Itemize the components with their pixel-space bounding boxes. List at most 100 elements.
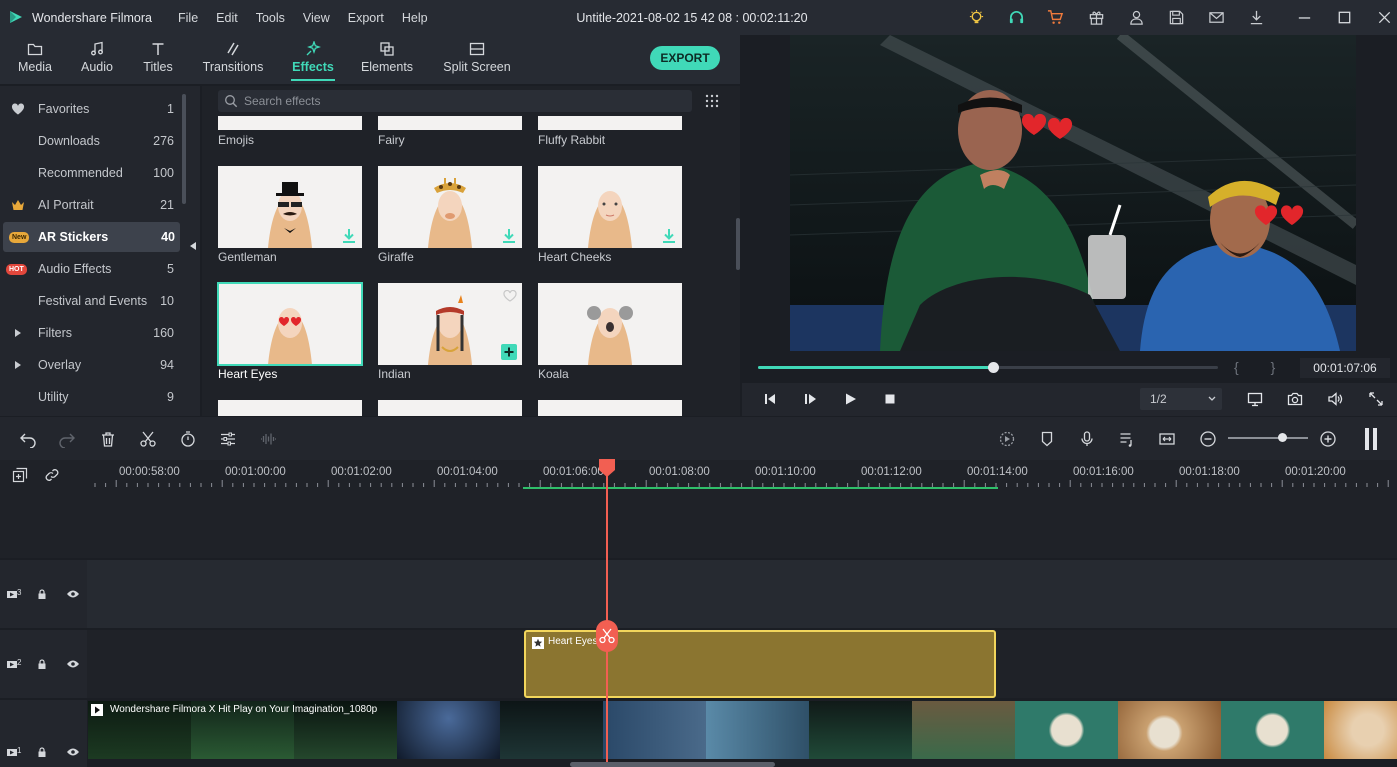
effect-thumb[interactable]: [538, 400, 682, 416]
timeline-ruler[interactable]: 00:00:58:0000:01:00:0000:01:02:0000:01:0…: [0, 460, 1397, 490]
effect-thumb-giraffe[interactable]: [378, 166, 522, 248]
expand-arrow-icon[interactable]: [14, 361, 22, 369]
export-button[interactable]: EXPORT: [650, 46, 720, 70]
headset-icon[interactable]: [1008, 9, 1025, 26]
microphone-icon[interactable]: [1078, 430, 1096, 448]
tab-titles[interactable]: Titles: [133, 35, 183, 85]
preview-quality-select[interactable]: 1/2: [1140, 388, 1222, 410]
playhead-line[interactable]: [606, 468, 608, 767]
volume-icon[interactable]: [1327, 391, 1343, 407]
split-scissor-button[interactable]: [596, 620, 618, 652]
snapshot-camera-icon[interactable]: [1287, 391, 1303, 407]
effect-thumb-indian[interactable]: [378, 283, 522, 365]
eye-icon[interactable]: [66, 588, 80, 600]
effect-thumb-fairy[interactable]: [378, 116, 522, 130]
sidebar-item-ai-portrait[interactable]: AI Portrait 21: [0, 190, 182, 220]
audio-waveform-icon[interactable]: [259, 430, 277, 448]
sidebar-item-overlay[interactable]: Overlay 94: [0, 350, 182, 380]
zoom-slider-track[interactable]: [1228, 437, 1308, 439]
menu-edit[interactable]: Edit: [216, 11, 238, 25]
download-effect-icon[interactable]: [502, 228, 516, 244]
stop-icon[interactable]: [882, 391, 898, 407]
save-icon[interactable]: [1168, 9, 1185, 26]
collapse-sidebar-icon[interactable]: [188, 241, 198, 251]
menu-help[interactable]: Help: [402, 11, 428, 25]
effect-thumb[interactable]: [378, 400, 522, 416]
sidebar-item-festival-and-events[interactable]: Festival and Events 10: [0, 286, 182, 316]
menu-file[interactable]: File: [178, 11, 198, 25]
pause-panel-icon[interactable]: [1363, 427, 1379, 451]
gift-icon[interactable]: [1088, 9, 1105, 26]
cut-icon[interactable]: [139, 430, 157, 448]
download-effect-icon[interactable]: [342, 228, 356, 244]
menu-tools[interactable]: Tools: [256, 11, 285, 25]
delete-icon[interactable]: [99, 430, 117, 448]
preview-seek-handle[interactable]: [988, 362, 999, 373]
lock-icon[interactable]: [36, 588, 48, 600]
display-settings-icon[interactable]: [1247, 391, 1263, 407]
lock-icon[interactable]: [36, 746, 48, 758]
effect-thumb-gentleman[interactable]: [218, 166, 362, 248]
tab-audio[interactable]: Audio: [72, 35, 122, 85]
effect-thumb[interactable]: [218, 400, 362, 416]
sidebar-scrollbar[interactable]: [182, 94, 186, 204]
previous-frame-icon[interactable]: [762, 391, 778, 407]
add-effect-icon[interactable]: [501, 344, 517, 360]
mail-icon[interactable]: [1208, 9, 1225, 26]
video-preview[interactable]: [790, 35, 1356, 351]
zoom-out-icon[interactable]: [1199, 430, 1217, 448]
download-effect-icon[interactable]: [662, 228, 676, 244]
playhead-handle-icon[interactable]: [598, 459, 616, 477]
sidebar-item-recommended[interactable]: Recommended 100: [0, 158, 182, 188]
zoom-slider-handle[interactable]: [1278, 433, 1287, 442]
undo-icon[interactable]: [19, 430, 37, 448]
menu-view[interactable]: View: [303, 11, 330, 25]
maximize-icon[interactable]: [1336, 9, 1353, 26]
preview-seek-bar[interactable]: [758, 366, 1218, 369]
fit-timeline-icon[interactable]: [1158, 430, 1176, 448]
eye-icon[interactable]: [66, 658, 80, 670]
effect-thumb-fluffy-rabbit[interactable]: [538, 116, 682, 130]
account-icon[interactable]: [1128, 9, 1145, 26]
eye-icon[interactable]: [66, 746, 80, 758]
speed-timer-icon[interactable]: [179, 430, 197, 448]
sidebar-item-ar-stickers[interactable]: New AR Stickers 40: [3, 222, 180, 252]
search-box[interactable]: [218, 90, 692, 112]
marker-icon[interactable]: [1038, 430, 1056, 448]
favorite-heart-icon[interactable]: [503, 290, 517, 302]
expand-arrow-icon[interactable]: [14, 329, 22, 337]
effects-grid-scrollbar[interactable]: [736, 218, 740, 270]
minimize-icon[interactable]: [1296, 9, 1313, 26]
sidebar-item-favorites[interactable]: Favorites 1: [0, 94, 182, 124]
tab-elements[interactable]: Elements: [356, 35, 418, 85]
redo-icon[interactable]: [58, 430, 76, 448]
voiceover-list-icon[interactable]: [1118, 430, 1136, 448]
cart-icon[interactable]: [1047, 9, 1064, 26]
tab-split-screen[interactable]: Split Screen: [440, 35, 514, 85]
effect-thumb-emojis[interactable]: [218, 116, 362, 130]
lock-icon[interactable]: [36, 658, 48, 670]
render-preview-icon[interactable]: [998, 430, 1016, 448]
lightbulb-icon[interactable]: [968, 9, 985, 26]
fullscreen-icon[interactable]: [1368, 391, 1384, 407]
sidebar-item-utility[interactable]: Utility 9: [0, 382, 182, 412]
tab-effects[interactable]: Effects: [285, 35, 341, 85]
next-frame-icon[interactable]: [802, 391, 818, 407]
tab-media[interactable]: Media: [10, 35, 60, 85]
menu-export[interactable]: Export: [348, 11, 384, 25]
main-video-clip[interactable]: Wondershare Filmora X Hit Play on Your I…: [88, 701, 1397, 759]
zoom-in-icon[interactable]: [1319, 430, 1337, 448]
sidebar-item-downloads[interactable]: Downloads 276: [0, 126, 182, 156]
grid-view-icon[interactable]: [705, 94, 719, 108]
play-icon[interactable]: [842, 391, 858, 407]
sidebar-item-audio-effects[interactable]: HOT Audio Effects 5: [0, 254, 182, 284]
mark-in-out-braces[interactable]: { }: [1234, 359, 1289, 375]
adjust-settings-icon[interactable]: [219, 430, 237, 448]
effect-thumb-heart-cheeks[interactable]: [538, 166, 682, 248]
close-icon[interactable]: [1376, 9, 1393, 26]
heart-eyes-effect-clip[interactable]: Heart Eyes: [524, 630, 996, 698]
search-input[interactable]: [244, 92, 684, 110]
timeline-horizontal-scrollbar[interactable]: [570, 762, 775, 767]
download-icon[interactable]: [1248, 9, 1265, 26]
tab-transitions[interactable]: Transitions: [198, 35, 268, 85]
